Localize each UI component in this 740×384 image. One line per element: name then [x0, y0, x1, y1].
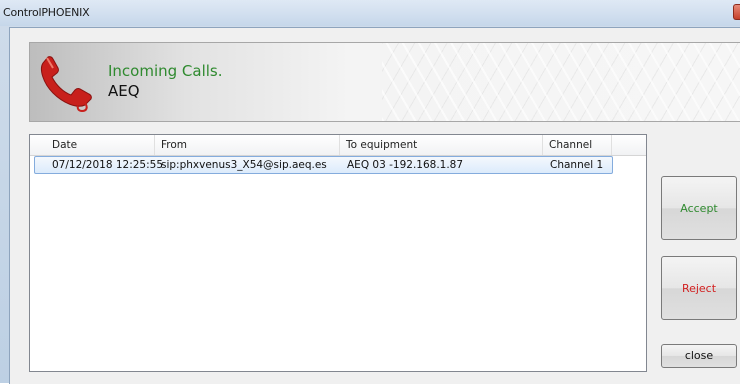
banner-subtitle: AEQ [108, 82, 140, 100]
cell-from: sip:phxvenus3_X54@sip.aeq.es [161, 159, 327, 171]
cell-to-equipment: AEQ 03 -192.168.1.87 [347, 159, 464, 171]
banner-decoration [382, 43, 740, 121]
incoming-calls-banner: Incoming Calls. AEQ [29, 42, 740, 122]
column-header-date[interactable]: Date [30, 135, 155, 155]
phone-icon [40, 56, 92, 113]
calls-table[interactable]: Date From To equipment Channel 07/12/201… [29, 134, 647, 372]
window-close-icon[interactable] [733, 4, 740, 20]
dialog-body: Incoming Calls. AEQ Date From To equipme… [9, 27, 740, 384]
window-title: ControlPHOENIX [3, 6, 90, 19]
column-header-from[interactable]: From [155, 135, 340, 155]
cell-date: 07/12/2018 12:25:55 [52, 159, 164, 171]
title-bar[interactable]: ControlPHOENIX [0, 0, 740, 26]
table-row[interactable]: 07/12/2018 12:25:55 sip:phxvenus3_X54@si… [34, 156, 613, 174]
column-header-to-equipment[interactable]: To equipment [340, 135, 543, 155]
accept-button[interactable]: Accept [661, 176, 737, 240]
column-header-channel[interactable]: Channel [543, 135, 612, 155]
reject-button[interactable]: Reject [661, 256, 737, 320]
close-button[interactable]: close [661, 344, 737, 368]
app-window: ControlPHOENIX Incoming Calls. AEQ Date … [0, 0, 740, 384]
cell-channel: Channel 1 [550, 159, 604, 171]
banner-title: Incoming Calls. [108, 62, 223, 80]
table-header: Date From To equipment Channel [30, 135, 646, 156]
